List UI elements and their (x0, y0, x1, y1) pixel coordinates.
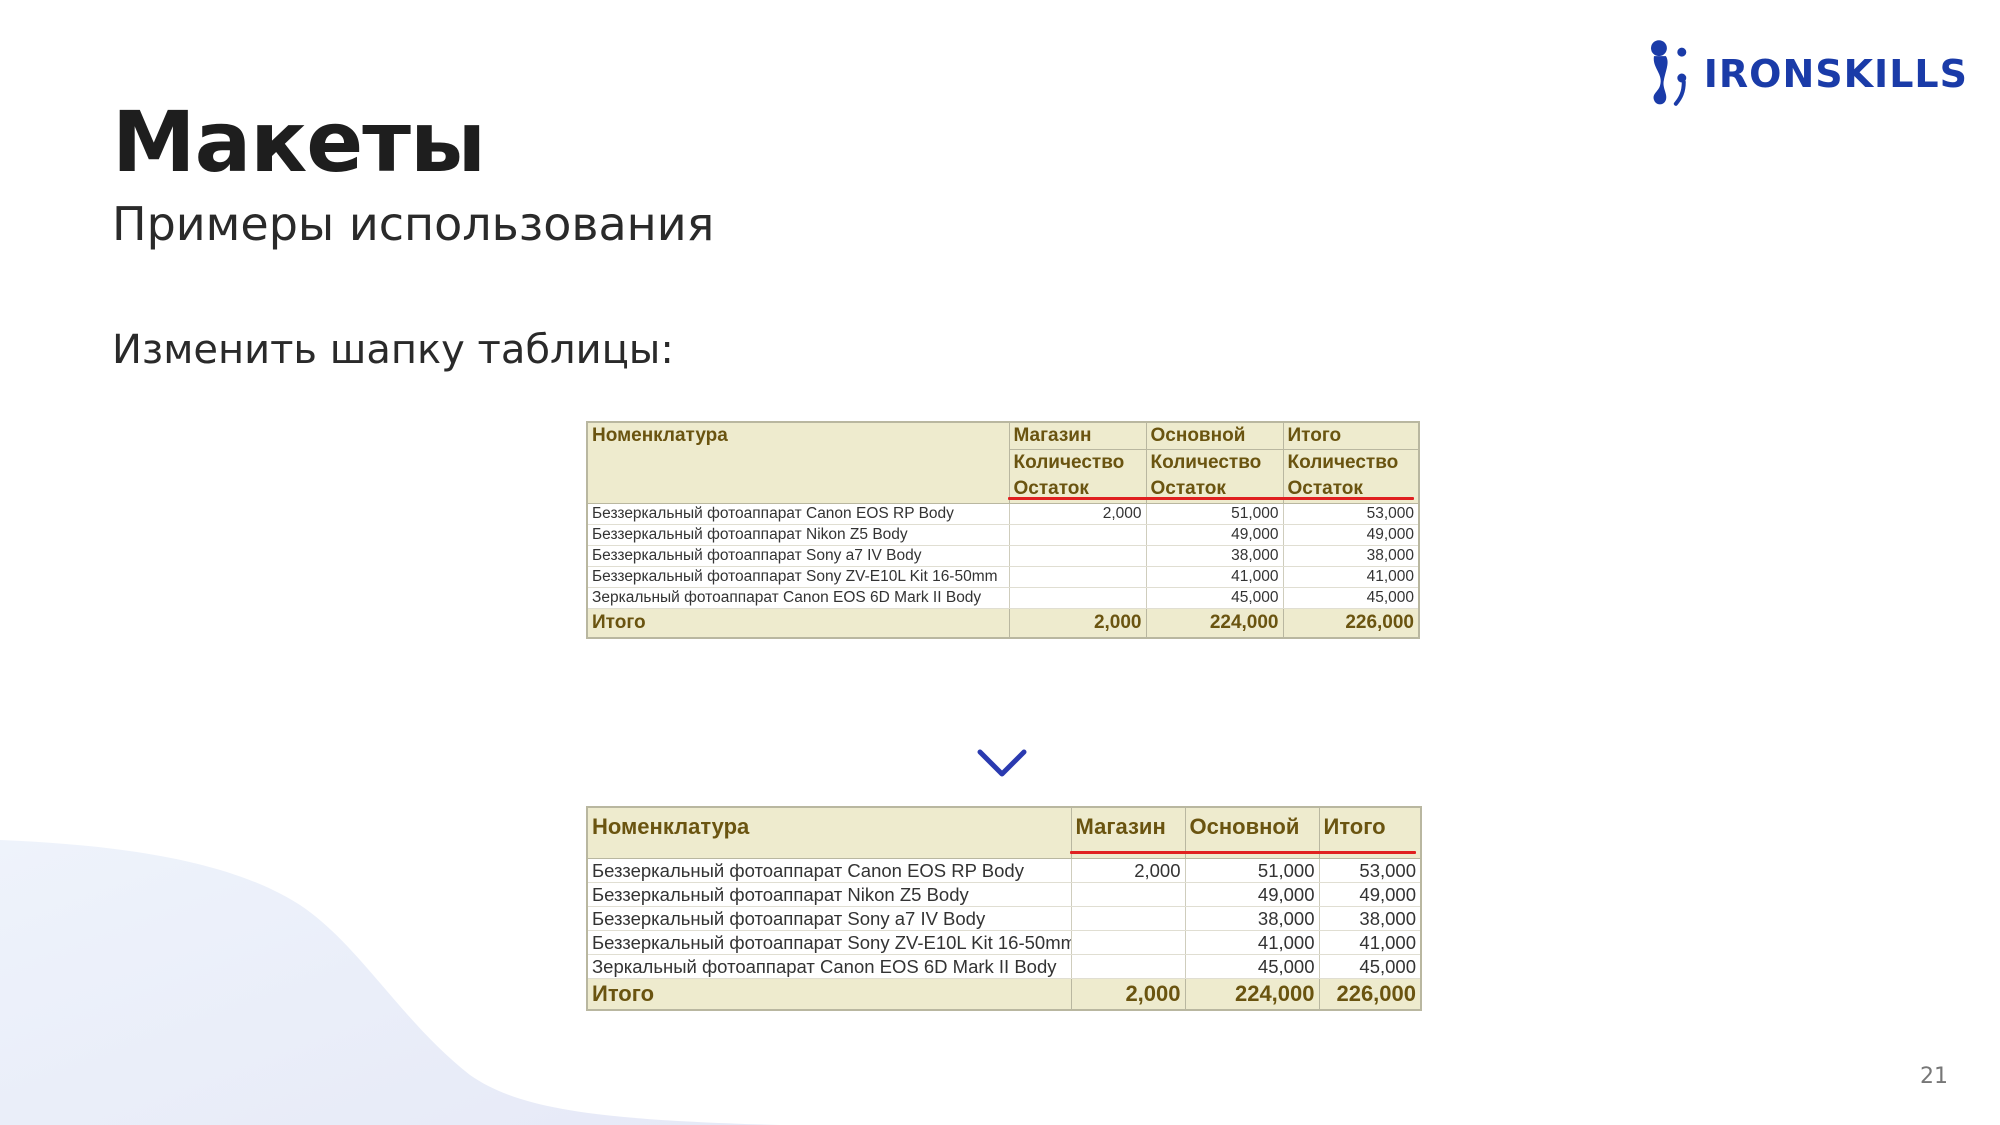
cell-main: 38,000 (1145, 545, 1284, 567)
totals-store: 2,000 (1070, 978, 1186, 1011)
cell-total: 45,000 (1282, 587, 1420, 609)
cell-name: Зеркальный фотоаппарат Canon EOS 6D Mark… (586, 587, 1010, 609)
cell-main: 41,000 (1145, 566, 1284, 588)
cell-main: 45,000 (1184, 954, 1320, 979)
report-table-after: Номенклатура Магазин Основной Итого Безз… (586, 806, 1422, 1011)
table-row: Беззеркальный фотоаппарат Canon EOS RP B… (586, 503, 1420, 525)
brand-logo: IRONSKILLS (1648, 38, 1968, 110)
table-row: Беззеркальный фотоаппарат Nikon Z5 Body … (586, 524, 1420, 546)
totals-row: Итого 2,000 224,000 226,000 (586, 978, 1422, 1011)
totals-total: 226,000 (1318, 978, 1422, 1011)
table-row: Беззеркальный фотоаппарат Sony a7 IV Bod… (586, 906, 1422, 931)
cell-main: 41,000 (1184, 930, 1320, 955)
cell-name: Беззеркальный фотоаппарат Canon EOS RP B… (586, 858, 1072, 883)
cell-store (1008, 545, 1147, 567)
table-row: Беззеркальный фотоаппарат Sony ZV-E10L K… (586, 566, 1420, 588)
cell-total: 41,000 (1318, 930, 1422, 955)
cell-store (1070, 906, 1186, 931)
header-cell: Основной (1145, 421, 1284, 451)
cell-total: 41,000 (1282, 566, 1420, 588)
cell-total: 49,000 (1282, 524, 1420, 546)
cell-name: Беззеркальный фотоаппарат Canon EOS RP B… (586, 503, 1010, 525)
cell-name: Беззеркальный фотоаппарат Sony ZV-E10L K… (586, 930, 1072, 955)
cell-main: 49,000 (1145, 524, 1284, 546)
slide-title: Макеты (112, 93, 486, 191)
totals-main: 224,000 (1145, 608, 1284, 639)
cell-name: Беззеркальный фотоаппарат Sony a7 IV Bod… (586, 545, 1010, 567)
highlight-underline-before (1008, 497, 1414, 500)
slide-subtitle: Примеры использования (112, 197, 715, 251)
arrow-down-icon (977, 665, 1027, 777)
cell-total: 53,000 (1318, 858, 1422, 883)
subheader-quantity: Количество (1150, 452, 1262, 474)
cell-store (1070, 954, 1186, 979)
highlight-underline-after (1070, 851, 1416, 854)
table-row: Беззеркальный фотоаппарат Sony ZV-E10L K… (586, 930, 1422, 955)
cell-main: 51,000 (1184, 858, 1320, 883)
table-row: Зеркальный фотоаппарат Canon EOS 6D Mark… (586, 954, 1422, 979)
logo-text: IRONSKILLS (1703, 52, 1968, 96)
subheader-cell: Количество Остаток (1145, 449, 1284, 504)
table-header: Номенклатура Магазин Основной Итого (586, 421, 1420, 504)
cell-name: Беззеркальный фотоаппарат Nikon Z5 Body (586, 882, 1072, 907)
cell-store (1008, 587, 1147, 609)
header-cell: Магазин (1008, 421, 1147, 451)
cell-main: 45,000 (1145, 587, 1284, 609)
cell-name: Беззеркальный фотоаппарат Sony a7 IV Bod… (586, 906, 1072, 931)
header-cell: Номенклатура (586, 421, 1010, 504)
page-number: 21 (1920, 1064, 1948, 1089)
cell-total: 49,000 (1318, 882, 1422, 907)
cell-name: Зеркальный фотоаппарат Canon EOS 6D Mark… (586, 954, 1072, 979)
subheader-quantity: Количество (1013, 452, 1125, 474)
cell-store (1070, 882, 1186, 907)
table-row: Зеркальный фотоаппарат Canon EOS 6D Mark… (586, 587, 1420, 609)
totals-main: 224,000 (1184, 978, 1320, 1011)
table-row: Беззеркальный фотоаппарат Canon EOS RP B… (586, 858, 1422, 883)
totals-total: 226,000 (1282, 608, 1420, 639)
cell-name: Беззеркальный фотоаппарат Sony ZV-E10L K… (586, 566, 1010, 588)
totals-row: Итого 2,000 224,000 226,000 (586, 608, 1420, 639)
header-cell: Итого (1282, 421, 1420, 451)
report-table-before: Номенклатура Магазин Основной Итого Коли… (586, 421, 1420, 639)
subheader-cell: Количество Остаток (1282, 449, 1420, 504)
cell-total: 45,000 (1318, 954, 1422, 979)
cell-name: Беззеркальный фотоаппарат Nikon Z5 Body (586, 524, 1010, 546)
cell-store (1008, 524, 1147, 546)
cell-total: 38,000 (1282, 545, 1420, 567)
subheader-quantity: Количество (1287, 452, 1399, 474)
cell-store (1070, 930, 1186, 955)
subheader-cell: Количество Остаток (1008, 449, 1147, 504)
totals-store: 2,000 (1008, 608, 1147, 639)
totals-label: Итого (586, 978, 1072, 1011)
header-cell: Номенклатура (586, 806, 1072, 859)
cell-main: 51,000 (1145, 503, 1284, 525)
table-row: Беззеркальный фотоаппарат Sony a7 IV Bod… (586, 545, 1420, 567)
ironskills-logo-icon (1650, 40, 1687, 106)
table-row: Беззеркальный фотоаппарат Nikon Z5 Body … (586, 882, 1422, 907)
cell-main: 38,000 (1184, 906, 1320, 931)
totals-label: Итого (586, 608, 1010, 639)
cell-store (1008, 566, 1147, 588)
cell-store: 2,000 (1008, 503, 1147, 525)
cell-main: 49,000 (1184, 882, 1320, 907)
cell-total: 38,000 (1318, 906, 1422, 931)
cell-total: 53,000 (1282, 503, 1420, 525)
instruction-text: Изменить шапку таблицы: (112, 327, 674, 373)
cell-store: 2,000 (1070, 858, 1186, 883)
